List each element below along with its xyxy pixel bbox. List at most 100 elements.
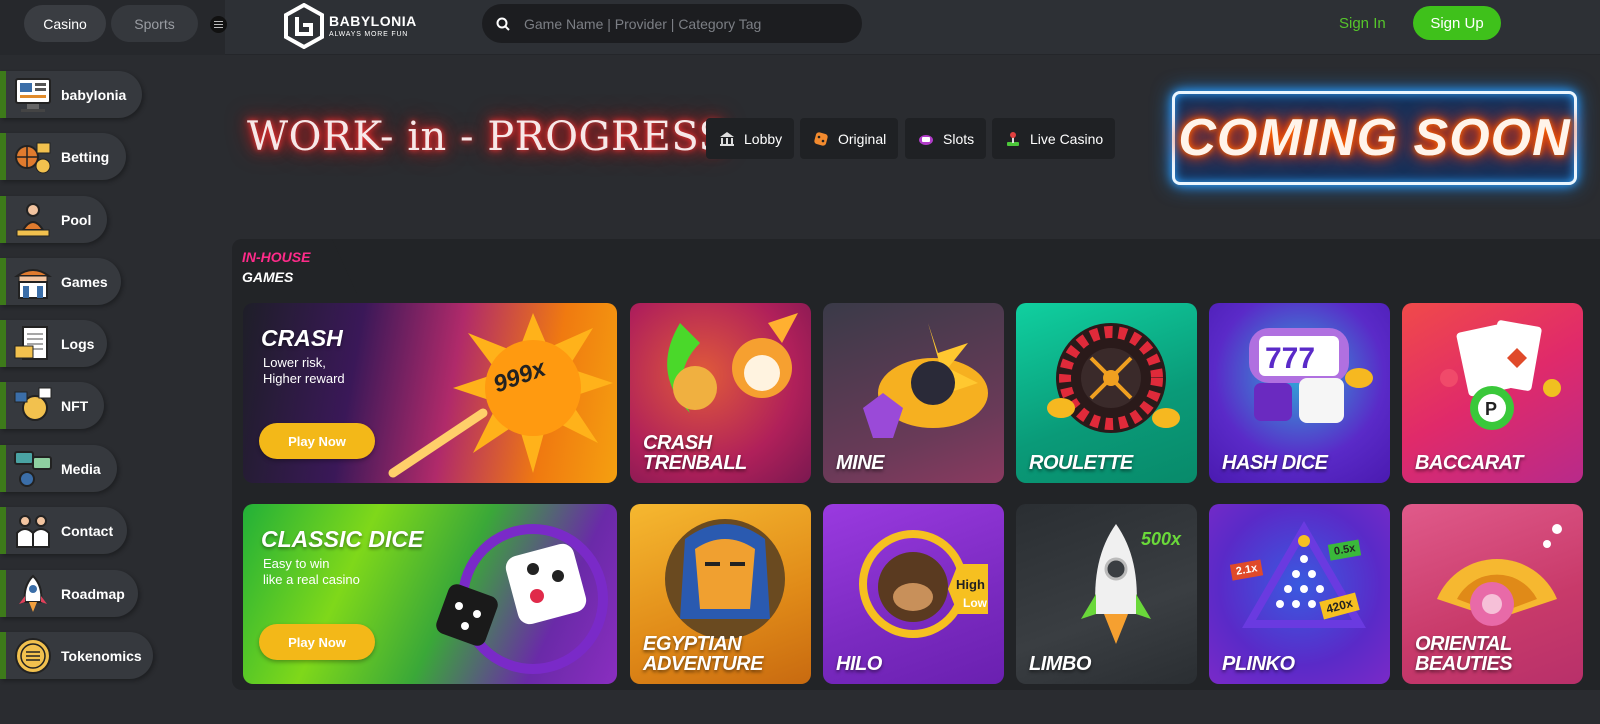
game-card-classic-dice[interactable]: CLASSIC DICE Easy to win like a real cas… — [243, 504, 617, 684]
search-bar — [482, 4, 862, 43]
game-subtitle: Easy to win like a real casino — [263, 556, 360, 587]
contact-people-icon — [13, 511, 53, 551]
joystick-icon — [1004, 130, 1022, 148]
game-card-hilo[interactable]: High Low HILO — [823, 504, 1004, 684]
logo-title: BABYLONIA — [329, 13, 417, 29]
nft-coin-icon — [13, 386, 53, 426]
play-now-button[interactable]: Play Now — [259, 423, 375, 459]
logo-tagline: ALWAYS MORE FUN — [329, 31, 409, 38]
playing-cards-icon: P — [1440, 320, 1561, 430]
game-title: HASH DICE — [1222, 452, 1328, 474]
sign-in-link[interactable]: Sign In — [1339, 15, 1386, 32]
menu-toggle-button[interactable] — [210, 16, 227, 33]
game-card-limbo[interactable]: 500x LIMBO — [1016, 504, 1197, 684]
game-title: HILO — [836, 653, 882, 675]
sidebar-label: babylonia — [61, 86, 127, 103]
roulette-wheel-icon — [1047, 323, 1180, 433]
sidebar-item-babylonia[interactable]: babylonia — [0, 71, 142, 118]
game-title: CRASH TRENBALL — [643, 432, 747, 474]
tab-original[interactable]: Original — [800, 118, 899, 159]
computer-icon — [13, 75, 53, 115]
media-chat-icon — [13, 449, 53, 489]
game-title: LIMBO — [1029, 653, 1091, 675]
game-title: EGYPTIAN ADVENTURE — [643, 633, 763, 675]
basketball-bet-icon — [13, 137, 53, 177]
hamburger-icon — [214, 23, 223, 26]
high-label: High — [956, 577, 985, 592]
game-card-egyptian-adventure[interactable]: EGYPTIAN ADVENTURE — [630, 504, 811, 684]
tab-casino[interactable]: Casino — [24, 5, 106, 42]
multiplier-label: 500x — [1141, 529, 1182, 549]
tab-sports[interactable]: Sports — [111, 5, 198, 42]
pharaoh-icon — [665, 519, 785, 639]
slot-machine-icon — [917, 130, 935, 148]
svg-text:777: 777 — [1265, 342, 1315, 375]
game-card-crash-trenball[interactable]: CRASH TRENBALL — [630, 303, 811, 483]
sidebar-item-contact[interactable]: Contact — [0, 507, 127, 554]
game-card-roulette[interactable]: ROULETTE — [1016, 303, 1197, 483]
game-title: ROULETTE — [1029, 452, 1133, 474]
section-title-line1: IN-HOUSE — [242, 249, 311, 265]
sidebar-item-tokenomics[interactable]: Tokenomics — [0, 632, 153, 679]
sidebar-label: Betting — [61, 148, 110, 165]
tab-lobby[interactable]: Lobby — [706, 118, 795, 159]
sidebar-item-media[interactable]: Media — [0, 445, 117, 492]
tab-label: Live Casino — [1030, 130, 1104, 147]
token-coin-icon — [13, 636, 53, 676]
logo[interactable]: BABYLONIA ALWAYS MORE FUN — [283, 2, 418, 50]
dice-icon — [812, 130, 830, 148]
game-card-baccarat[interactable]: P BACCARAT — [1402, 303, 1583, 483]
game-title: PLINKO — [1222, 653, 1295, 675]
game-title: MINE — [836, 452, 885, 474]
bomb-gem-icon — [863, 323, 988, 438]
game-card-plinko[interactable]: 2.1x 0.5x 420x PLINKO — [1209, 504, 1390, 684]
sidebar: babylonia Betting Pool Games Logs NFT Me… — [0, 56, 225, 724]
game-card-crash[interactable]: 999x CRASH Lower risk, Higher reward Pla… — [243, 303, 617, 483]
game-title: ORIENTAL BEAUTIES — [1415, 633, 1513, 675]
people-pool-icon — [13, 200, 53, 240]
log-document-icon — [13, 324, 53, 364]
tab-live-casino[interactable]: Live Casino — [992, 118, 1116, 159]
game-card-oriental-beauties[interactable]: ORIENTAL BEAUTIES — [1402, 504, 1583, 684]
tab-label: Original — [838, 130, 887, 147]
game-card-mine[interactable]: MINE — [823, 303, 1004, 483]
top-bar: Casino Sports BABYLONIA ALWAYS MORE FUN … — [0, 0, 1600, 55]
sidebar-label: Logs — [61, 335, 95, 352]
slot-dice-icon: 777 — [1249, 328, 1373, 423]
rocket-icon — [13, 574, 53, 614]
coming-soon-sign: COMING SOON — [1172, 91, 1577, 185]
game-title: CLASSIC DICE — [261, 526, 424, 552]
sidebar-item-betting[interactable]: Betting — [0, 133, 126, 180]
sidebar-item-pool[interactable]: Pool — [0, 196, 107, 243]
coming-soon-text: COMING SOON — [1178, 109, 1571, 167]
low-label: Low — [963, 596, 987, 610]
game-title: BACCARAT — [1415, 452, 1523, 474]
sidebar-item-logs[interactable]: Logs — [0, 320, 107, 367]
tab-label: Lobby — [744, 130, 783, 147]
sidebar-label: NFT — [61, 397, 89, 414]
sidebar-item-nft[interactable]: NFT — [0, 382, 104, 429]
tab-label: Slots — [943, 130, 975, 147]
sidebar-label: Tokenomics — [61, 647, 142, 664]
bank-icon — [718, 130, 736, 148]
game-card-hash-dice[interactable]: 777 HASH DICE — [1209, 303, 1390, 483]
sidebar-label: Contact — [61, 522, 114, 539]
tab-slots[interactable]: Slots — [905, 118, 987, 159]
main-content: WORK- in - PROGRESS Lobby Original Slots… — [225, 56, 1600, 724]
search-icon — [496, 17, 510, 31]
play-now-button[interactable]: Play Now — [259, 624, 375, 660]
mode-switch: Casino Sports — [0, 0, 227, 55]
sidebar-label: Roadmap — [61, 585, 125, 602]
sidebar-label: Games — [61, 273, 108, 290]
plinko-board-icon — [1242, 521, 1366, 628]
svg-text:P: P — [1485, 399, 1497, 419]
sidebar-item-roadmap[interactable]: Roadmap — [0, 570, 138, 617]
game-title: CRASH — [261, 325, 343, 351]
sidebar-label: Media — [61, 460, 101, 477]
search-input[interactable] — [524, 15, 834, 32]
sign-up-button[interactable]: Sign Up — [1413, 6, 1501, 40]
doge-shiba-icon — [667, 313, 798, 413]
sidebar-item-games[interactable]: Games — [0, 258, 121, 305]
dice-pair-icon — [436, 524, 608, 674]
casino-building-icon — [13, 262, 53, 302]
